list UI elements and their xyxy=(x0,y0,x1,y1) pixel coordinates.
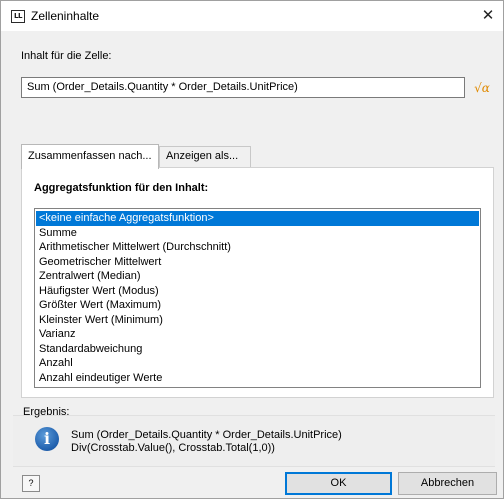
aggregate-listbox[interactable]: <keine einfache Aggregatsfunktion> Summe A… xyxy=(34,208,481,388)
tab-panel-summarize: Aggregatsfunktion für den Inhalt: <keine… xyxy=(21,167,494,398)
aggregate-title: Aggregatsfunktion für den Inhalt: xyxy=(34,182,209,194)
result-panel xyxy=(13,415,495,467)
tab-summarize[interactable]: Zusammenfassen nach... xyxy=(21,144,159,169)
content-label: Inhalt für die Zelle: xyxy=(21,50,112,62)
tab-display[interactable]: Anzeigen als... xyxy=(159,146,251,168)
list-item[interactable]: Standardabweichung xyxy=(36,342,479,357)
app-logo-icon: LL xyxy=(11,10,25,23)
result-label: Ergebnis: xyxy=(23,406,70,418)
list-item[interactable]: Größter Wert (Maximum) xyxy=(36,298,479,313)
list-item[interactable]: <keine einfache Aggregatsfunktion> xyxy=(36,211,479,226)
list-item[interactable]: Kleinster Wert (Minimum) xyxy=(36,313,479,328)
cancel-button[interactable]: Abbrechen xyxy=(398,472,497,495)
list-item[interactable]: Anzahl eindeutiger Werte xyxy=(36,371,479,386)
list-item[interactable]: Summe xyxy=(36,226,479,241)
help-button[interactable]: ? xyxy=(22,475,40,492)
result-line: Div(Crosstab.Value(), Crosstab.Total(1,0… xyxy=(71,442,275,454)
result-line: Sum (Order_Details.Quantity * Order_Deta… xyxy=(71,429,342,441)
list-item[interactable]: Anzahl xyxy=(36,356,479,371)
list-item[interactable]: Geometrischer Mittelwert xyxy=(36,255,479,270)
info-icon: i xyxy=(35,427,59,451)
window-title: Zelleninhalte xyxy=(31,9,100,23)
cell-content-dialog: LL Zelleninhalte ✕ Inhalt für die Zelle:… xyxy=(0,0,504,499)
list-item[interactable]: Häufigster Wert (Modus) xyxy=(36,284,479,299)
list-item[interactable]: Zentralwert (Median) xyxy=(36,269,479,284)
close-button[interactable]: ✕ xyxy=(473,1,503,31)
ok-button[interactable]: OK xyxy=(285,472,392,495)
list-item[interactable]: Arithmetischer Mittelwert (Durchschnitt) xyxy=(36,240,479,255)
list-item[interactable]: Varianz xyxy=(36,327,479,342)
title-bar: LL Zelleninhalte ✕ xyxy=(1,1,503,31)
formula-field[interactable]: Sum (Order_Details.Quantity * Order_Deta… xyxy=(21,77,465,98)
formula-editor-icon[interactable]: √α xyxy=(471,78,493,98)
